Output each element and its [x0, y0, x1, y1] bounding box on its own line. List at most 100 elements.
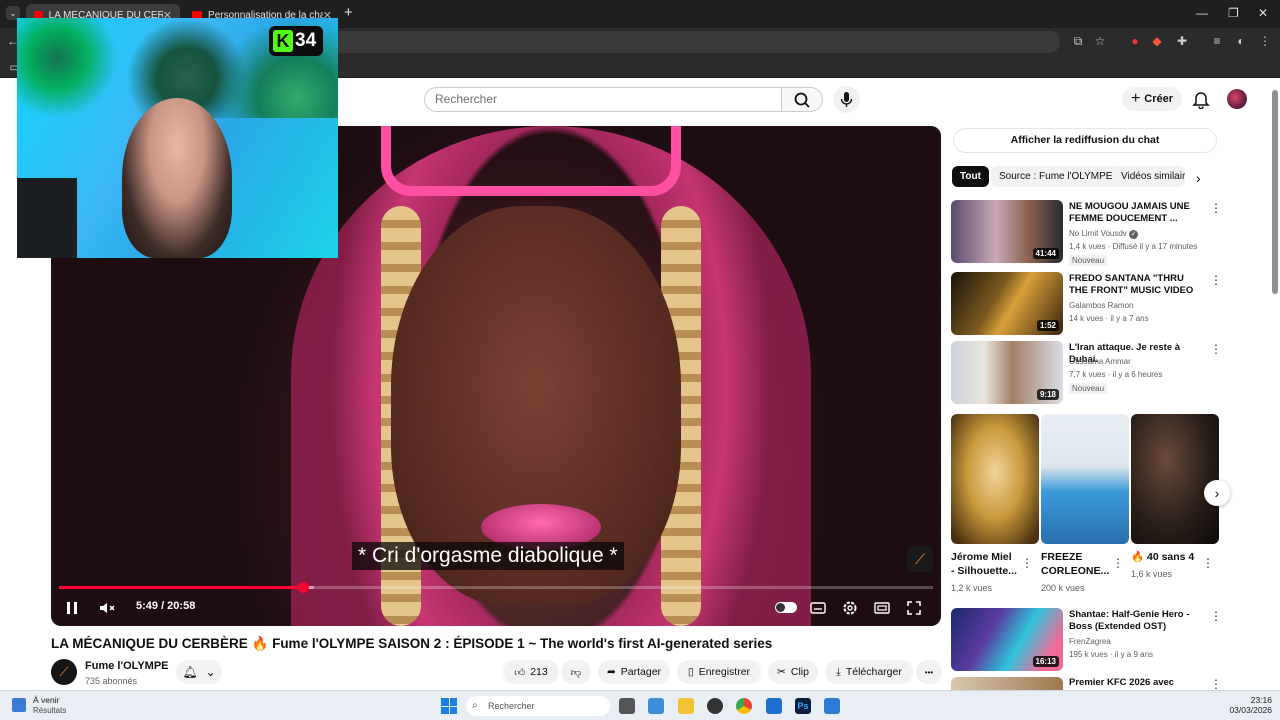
video-thumbnail[interactable]: 41:44: [951, 200, 1063, 263]
subscription-bell-button[interactable]: 🔔︎ ⌄: [176, 660, 222, 684]
theater-mode-button[interactable]: [873, 598, 891, 618]
video-thumbnail[interactable]: 9:18: [951, 341, 1063, 404]
chip-source[interactable]: Source : Fume l'OLYMPE: [991, 166, 1121, 187]
browser-menu-icon[interactable]: ⋮: [1258, 34, 1272, 48]
kebab-menu-icon[interactable]: ⋮: [1202, 556, 1214, 570]
widget-title[interactable]: À venir: [33, 695, 59, 705]
install-icon[interactable]: ⧉: [1071, 34, 1085, 48]
bookmark-star-icon[interactable]: ☆: [1093, 34, 1107, 48]
channel-avatar[interactable]: ⟋: [51, 659, 77, 685]
recommendation-channel: Oussama Ammar: [1069, 357, 1131, 366]
start-button[interactable]: [441, 698, 457, 714]
share-icon: ➦: [606, 666, 616, 678]
progress-bar[interactable]: [59, 582, 933, 593]
channel-name[interactable]: Fume l'OLYMPE: [85, 660, 169, 672]
chrome-app-icon[interactable]: [736, 698, 752, 714]
new-badge: Nouveau: [1069, 383, 1108, 394]
clip-button[interactable]: ✂ Clip: [768, 660, 818, 684]
windows-logo-icon: [441, 706, 449, 714]
bookmark-icon: ▯: [687, 666, 694, 678]
thumbs-down-icon: 👎︎: [570, 666, 582, 679]
kebab-menu-icon[interactable]: ⋮: [1021, 556, 1033, 570]
notifications-button[interactable]: [1192, 89, 1210, 110]
media-control-icon[interactable]: ≡: [1210, 34, 1224, 48]
search-button[interactable]: [781, 87, 823, 112]
subtitles-button[interactable]: [809, 598, 827, 618]
obs-app-icon[interactable]: [707, 698, 723, 714]
save-button[interactable]: ▯ Enregistrer: [677, 660, 761, 684]
taskbar-search[interactable]: ⌕ Rechercher: [466, 696, 610, 716]
extensions-puzzle-icon[interactable]: ✚: [1175, 34, 1189, 48]
scrubber-handle[interactable]: [297, 582, 309, 593]
chip-all[interactable]: Tout: [952, 166, 989, 187]
settings-button[interactable]: [841, 598, 859, 618]
taskbar-search-label: Rechercher: [488, 701, 535, 711]
photoshop-app-icon[interactable]: Ps: [795, 698, 811, 714]
vscode-app-icon[interactable]: [648, 698, 664, 714]
create-button[interactable]: + Créer: [1122, 87, 1182, 111]
word-app-icon[interactable]: [824, 698, 840, 714]
video-thumbnail[interactable]: 16:13: [951, 608, 1063, 671]
shorts-next-button[interactable]: ›: [1204, 480, 1230, 506]
recommendation-title[interactable]: NE MOUGOU JAMAIS UNE FEMME DOUCEMENT ...: [1069, 201, 1205, 225]
short-thumbnail[interactable]: [1041, 414, 1129, 544]
page-scrollbar[interactable]: [1272, 90, 1278, 294]
video-frame: [381, 126, 681, 196]
chip-related[interactable]: Vidéos similaires: [1113, 166, 1185, 187]
recommendation-title[interactable]: Premier KFC 2026 avec: [1069, 677, 1205, 689]
extension-icon[interactable]: ●: [1128, 34, 1142, 48]
viewer-count: 34: [295, 30, 317, 51]
short-thumbnail[interactable]: [1131, 414, 1219, 544]
extension-icon[interactable]: ◆: [1150, 34, 1164, 48]
channel-watermark-icon[interactable]: ⟋: [907, 546, 933, 572]
app-icon[interactable]: [766, 698, 782, 714]
share-button[interactable]: ➦ Partager: [598, 660, 670, 684]
recommendation-title[interactable]: Shantae: Half-Genie Hero - Boss (Extende…: [1069, 609, 1205, 633]
chat-replay-button[interactable]: Afficher la rediffusion du chat: [953, 128, 1217, 153]
short-title[interactable]: 🔥 40 sans 4: [1131, 550, 1197, 564]
search-input[interactable]: Rechercher: [424, 87, 782, 112]
autoplay-toggle[interactable]: [775, 602, 797, 613]
download-button[interactable]: ⤓ Télécharger: [825, 660, 913, 684]
mute-button[interactable]: [97, 598, 117, 618]
taskbar: À venir Résultats ⌕ Rechercher Ps 23:16 …: [0, 690, 1280, 720]
kebab-menu-icon[interactable]: ⋮: [1210, 342, 1222, 356]
kebab-menu-icon[interactable]: ⋮: [1210, 677, 1222, 691]
new-tab-button[interactable]: +: [344, 4, 353, 21]
recommendation-meta: 1,4 k vues · Diffusé il y a 17 minutes: [1069, 242, 1198, 251]
weather-widget-icon[interactable]: [12, 698, 26, 712]
voice-search-button[interactable]: [833, 86, 860, 113]
short-views: 1,2 k vues: [951, 583, 993, 593]
gear-icon: [843, 601, 857, 615]
account-avatar[interactable]: [1227, 89, 1247, 109]
more-actions-button[interactable]: •••: [916, 660, 942, 684]
kebab-menu-icon[interactable]: ⋮: [1210, 273, 1222, 287]
close-window-button[interactable]: ✕: [1258, 6, 1268, 20]
short-title[interactable]: FREEZE CORLEONE...: [1041, 550, 1109, 578]
kebab-menu-icon[interactable]: ⋮: [1210, 609, 1222, 623]
file-explorer-icon[interactable]: [678, 698, 694, 714]
recommendation-channel: FrenZagrea: [1069, 637, 1111, 646]
profile-icon[interactable]: ◐: [1234, 34, 1248, 48]
kebab-menu-icon[interactable]: ⋮: [1112, 556, 1124, 570]
address-bar[interactable]: [330, 31, 1060, 53]
system-clock[interactable]: 23:16 03/03/2026: [1226, 695, 1272, 715]
video-thumbnail[interactable]: [951, 677, 1063, 690]
short-thumbnail[interactable]: [951, 414, 1039, 544]
recommendation-title[interactable]: FREDO SANTANA "THRU THE FRONT" MUSIC VID…: [1069, 273, 1205, 297]
webcam-overlay: K 34: [17, 18, 338, 258]
pause-button[interactable]: [65, 598, 79, 618]
thumbs-up-icon: 👍︎: [514, 666, 526, 679]
short-title[interactable]: Jérome Miel - Silhouette...: [951, 550, 1017, 578]
maximize-button[interactable]: ❐: [1228, 6, 1239, 20]
chevron-right-icon[interactable]: ›: [1196, 170, 1201, 186]
bell-icon: 🔔︎: [182, 665, 198, 679]
video-thumbnail[interactable]: 1:52: [951, 272, 1063, 335]
kebab-menu-icon[interactable]: ⋮: [1210, 201, 1222, 215]
volume-muted-icon: [100, 603, 115, 613]
like-button[interactable]: 👍︎ 213: [503, 660, 559, 684]
task-view-icon[interactable]: [619, 698, 635, 714]
fullscreen-button[interactable]: [906, 598, 922, 618]
dislike-button[interactable]: 👎︎: [561, 660, 591, 684]
minimize-button[interactable]: —: [1196, 6, 1208, 20]
